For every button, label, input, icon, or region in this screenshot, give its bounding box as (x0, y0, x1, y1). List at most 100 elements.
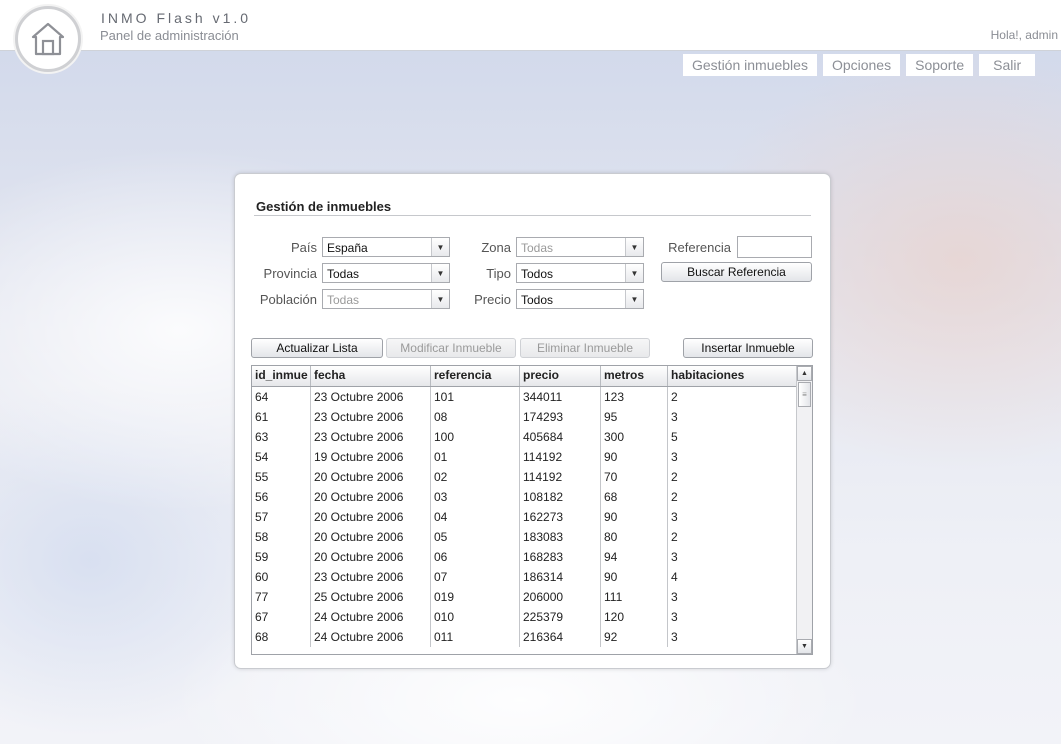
insertar-inmueble-button[interactable]: Insertar Inmueble (683, 338, 813, 358)
table-cell: 206000 (520, 587, 601, 607)
table-cell: 58 (252, 527, 311, 547)
column-header-metros[interactable]: metros (601, 366, 668, 386)
table-cell: 108182 (520, 487, 601, 507)
table-cell: 20 Octubre 2006 (311, 547, 431, 567)
table-cell: 100 (431, 427, 520, 447)
table-cell: 3 (671, 450, 678, 464)
table-cell: 90 (601, 507, 668, 527)
table-cell: 3 (671, 630, 678, 644)
table-cell: 2 (671, 490, 678, 504)
table-cell: 4 (671, 570, 678, 584)
table-row[interactable]: 54 19 Octubre 2006 01 114192 90 3 (252, 447, 797, 467)
chevron-down-icon[interactable]: ▼ (625, 264, 643, 282)
referencia-input[interactable] (737, 236, 812, 258)
scroll-up-icon[interactable]: ▲ (797, 366, 812, 381)
table-cell: 68 (252, 627, 311, 647)
chevron-down-icon[interactable]: ▼ (431, 264, 449, 282)
chevron-down-icon[interactable]: ▼ (625, 290, 643, 308)
inmuebles-table[interactable]: id_inmue fecha referencia precio metros … (251, 365, 813, 655)
table-cell: 019 (431, 587, 520, 607)
tipo-label: Tipo (486, 266, 511, 281)
table-cell: 01 (431, 447, 520, 467)
precio-label: Precio (474, 292, 511, 307)
tipo-select[interactable]: Todos ▼ (516, 263, 644, 283)
table-cell: 2 (671, 470, 678, 484)
table-row[interactable]: 63 23 Octubre 2006 100 405684 300 5 (252, 427, 797, 447)
table-cell: 63 (252, 427, 311, 447)
panel-title: Gestión de inmuebles (256, 199, 392, 214)
table-cell: 216364 (520, 627, 601, 647)
table-row[interactable]: 64 23 Octubre 2006 101 344011 123 2 (252, 387, 797, 407)
modificar-inmueble-button[interactable]: Modificar Inmueble (386, 338, 516, 358)
column-header-fecha[interactable]: fecha (311, 366, 431, 386)
table-scrollbar[interactable]: ▲ ≡ ▼ (796, 366, 812, 654)
table-body: 64 23 Octubre 2006 101 344011 123 2 61 23 Octub… (252, 387, 797, 654)
table-cell: 90 (601, 447, 668, 467)
table-row[interactable]: 67 24 Octubre 2006 010 225379 120 3 (252, 607, 797, 627)
provincia-label: Provincia (263, 266, 317, 281)
table-cell: 54 (252, 447, 311, 467)
table-cell: 25 Octubre 2006 (311, 587, 431, 607)
table-row[interactable]: 59 20 Octubre 2006 06 168283 94 3 (252, 547, 797, 567)
table-cell: 05 (431, 527, 520, 547)
table-row[interactable]: 61 23 Octubre 2006 08 174293 95 3 (252, 407, 797, 427)
chevron-down-icon[interactable]: ▼ (431, 290, 449, 308)
table-cell: 61 (252, 407, 311, 427)
table-cell: 405684 (520, 427, 601, 447)
table-cell: 011 (431, 627, 520, 647)
table-row[interactable]: 77 25 Octubre 2006 019 206000 111 3 (252, 587, 797, 607)
precio-select[interactable]: Todos ▼ (516, 289, 644, 309)
table-cell: 183083 (520, 527, 601, 547)
table-row[interactable]: 68 24 Octubre 2006 011 216364 92 3 (252, 627, 797, 647)
table-cell: 94 (601, 547, 668, 567)
column-header-precio[interactable]: precio (520, 366, 601, 386)
table-cell: 56 (252, 487, 311, 507)
table-cell: 114192 (520, 467, 601, 487)
table-cell: 24 Octubre 2006 (311, 607, 431, 627)
provincia-select[interactable]: Todas ▼ (322, 263, 450, 283)
scroll-down-icon[interactable]: ▼ (797, 639, 812, 654)
main-nav: Gestión inmuebles Opciones Soporte Salir (683, 54, 1036, 76)
table-cell: 23 Octubre 2006 (311, 567, 431, 587)
table-cell: 03 (431, 487, 520, 507)
home-logo[interactable] (15, 6, 81, 72)
table-cell: 02 (431, 467, 520, 487)
poblacion-select[interactable]: Todas ▼ (322, 289, 450, 309)
column-header-id[interactable]: id_inmue (252, 366, 311, 386)
nav-salir[interactable]: Salir (979, 54, 1036, 76)
scroll-thumb[interactable]: ≡ (798, 382, 811, 407)
nav-soporte[interactable]: Soporte (906, 54, 974, 76)
nav-opciones[interactable]: Opciones (822, 54, 901, 76)
table-row[interactable]: 56 20 Octubre 2006 03 108182 68 2 (252, 487, 797, 507)
table-cell: 3 (671, 590, 678, 604)
eliminar-inmueble-button[interactable]: Eliminar Inmueble (520, 338, 650, 358)
table-row[interactable]: 58 20 Octubre 2006 05 183083 80 2 (252, 527, 797, 547)
chevron-down-icon[interactable]: ▼ (431, 238, 449, 256)
zona-select[interactable]: Todas ▼ (516, 237, 644, 257)
table-row[interactable]: 60 23 Octubre 2006 07 186314 90 4 (252, 567, 797, 587)
table-cell: 20 Octubre 2006 (311, 527, 431, 547)
nav-gestion-inmuebles[interactable]: Gestión inmuebles (683, 54, 817, 76)
table-cell: 5 (671, 430, 678, 444)
table-cell: 225379 (520, 607, 601, 627)
table-row[interactable]: 55 20 Octubre 2006 02 114192 70 2 (252, 467, 797, 487)
table-cell: 04 (431, 507, 520, 527)
poblacion-label: Población (259, 292, 317, 307)
actualizar-lista-button[interactable]: Actualizar Lista (251, 338, 383, 358)
buscar-referencia-button[interactable]: Buscar Referencia (661, 262, 812, 282)
table-cell: 300 (601, 427, 668, 447)
table-cell: 07 (431, 567, 520, 587)
user-greeting: Hola!, admin (990, 28, 1058, 42)
table-header: id_inmue fecha referencia precio metros … (252, 366, 797, 387)
pais-select[interactable]: España ▼ (322, 237, 450, 257)
table-cell: 90 (601, 567, 668, 587)
table-cell: 06 (431, 547, 520, 567)
chevron-down-icon[interactable]: ▼ (625, 238, 643, 256)
table-row[interactable]: 57 20 Octubre 2006 04 162273 90 3 (252, 507, 797, 527)
house-icon (31, 22, 65, 56)
table-cell: 2 (671, 530, 678, 544)
table-cell: 80 (601, 527, 668, 547)
table-cell: 101 (431, 387, 520, 407)
column-header-referencia[interactable]: referencia (431, 366, 520, 386)
column-header-habitaciones[interactable]: habitaciones (668, 366, 797, 386)
